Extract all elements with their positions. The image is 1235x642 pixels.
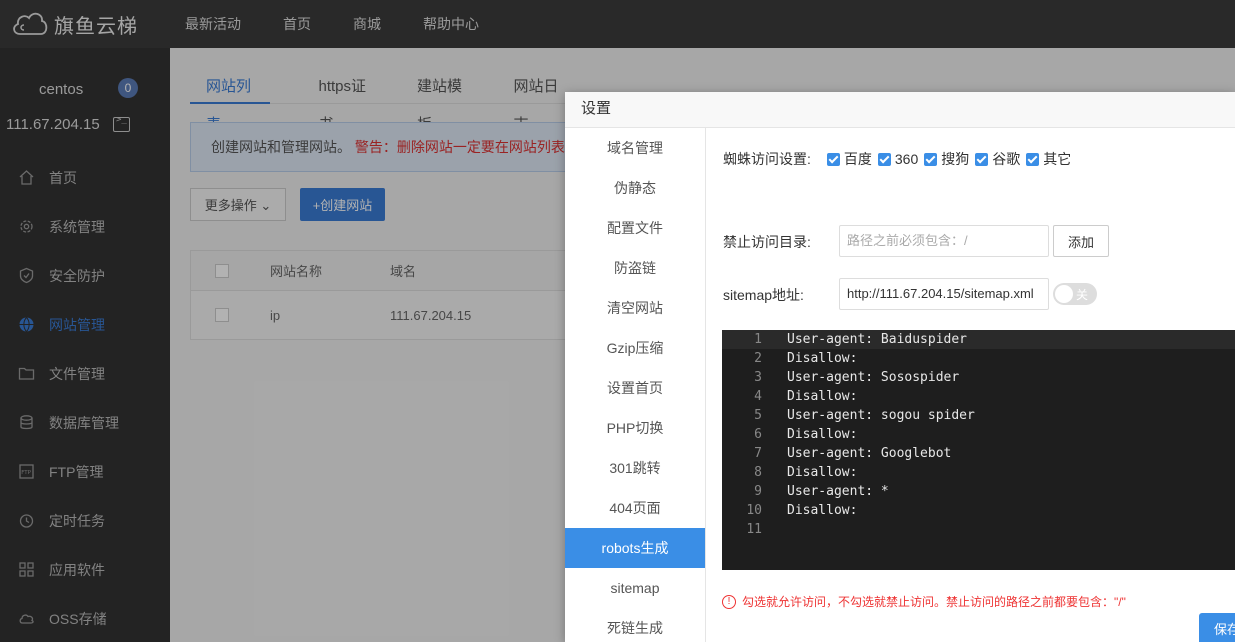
- settings-modal: 设置 域名管理 伪静态 配置文件 防盗链 清空网站 Gzip压缩 设置首页 PH…: [565, 92, 1235, 642]
- code-text: User-agent: Sosospider: [787, 370, 960, 385]
- spider-settings-row: 蜘蛛访问设置: 百度 360 搜狗 谷歌 其它: [723, 150, 1077, 168]
- checkbox-checked-icon: [826, 152, 840, 166]
- spider-checkbox-360[interactable]: 360: [877, 151, 918, 167]
- nav-301-redirect[interactable]: 301跳转: [565, 448, 705, 488]
- nav-sitemap[interactable]: sitemap: [565, 568, 705, 608]
- spider-checkbox-baidu[interactable]: 百度: [826, 149, 872, 169]
- checkbox-checked-icon: [1026, 152, 1040, 166]
- disallow-dir-label: 禁止访问目录:: [723, 234, 811, 250]
- line-number: 6: [754, 427, 762, 442]
- line-number: 7: [754, 446, 762, 461]
- code-line[interactable]: 4 Disallow:: [722, 387, 1235, 406]
- code-text: User-agent: Baiduspider: [787, 332, 968, 347]
- nav-clear-site[interactable]: 清空网站: [565, 288, 705, 328]
- sitemap-label: sitemap地址:: [723, 287, 804, 303]
- code-text: User-agent: Googlebot: [787, 446, 952, 461]
- code-text: Disallow:: [787, 465, 858, 480]
- line-number: 9: [754, 484, 762, 499]
- toggle-label: 关: [1076, 288, 1089, 302]
- line-number: 1: [754, 332, 762, 347]
- modal-title: 设置: [565, 92, 1235, 128]
- nav-domain-management[interactable]: 域名管理: [565, 128, 705, 168]
- spider-settings-label: 蜘蛛访问设置:: [723, 151, 811, 167]
- line-number: 5: [754, 408, 762, 423]
- line-number: 11: [746, 522, 762, 537]
- code-line[interactable]: 9 User-agent: *: [722, 482, 1235, 501]
- line-number: 8: [754, 465, 762, 480]
- checkbox-checked-icon: [975, 152, 989, 166]
- code-line[interactable]: 3 User-agent: Sosospider: [722, 368, 1235, 387]
- code-line[interactable]: 6 Disallow:: [722, 425, 1235, 444]
- line-number: 4: [754, 389, 762, 404]
- code-text: Disallow:: [787, 351, 858, 366]
- robots-panel: 蜘蛛访问设置: 百度 360 搜狗 谷歌 其它 禁止访问目录: 路径之前必须包含…: [706, 128, 1235, 642]
- checkbox-checked-icon: [877, 152, 891, 166]
- nav-robots[interactable]: robots生成: [565, 528, 705, 568]
- code-text: User-agent: sogou spider: [787, 408, 975, 423]
- code-line[interactable]: 10 Disallow:: [722, 501, 1235, 520]
- toggle-knob: [1055, 285, 1073, 303]
- save-button[interactable]: 保存: [1199, 613, 1235, 642]
- code-text: Disallow:: [787, 427, 858, 442]
- spider-checkbox-other[interactable]: 其它: [1026, 149, 1071, 169]
- add-dir-button[interactable]: 添加: [1053, 225, 1109, 257]
- code-line[interactable]: 1 User-agent: Baiduspider: [722, 330, 1235, 349]
- code-line[interactable]: 11: [722, 520, 1235, 539]
- code-line[interactable]: 5 User-agent: sogou spider: [722, 406, 1235, 425]
- sitemap-toggle[interactable]: 关: [1053, 283, 1097, 305]
- nav-php-switch[interactable]: PHP切换: [565, 408, 705, 448]
- code-line[interactable]: 7 User-agent: Googlebot: [722, 444, 1235, 463]
- warning-icon: !: [722, 594, 736, 609]
- sitemap-url-input[interactable]: http://111.67.204.15/sitemap.xml: [839, 278, 1049, 310]
- code-text: Disallow:: [787, 389, 858, 404]
- nav-rewrite[interactable]: 伪静态: [565, 168, 705, 208]
- settings-nav: 域名管理 伪静态 配置文件 防盗链 清空网站 Gzip压缩 设置首页 PHP切换…: [565, 128, 706, 642]
- line-number: 3: [754, 370, 762, 385]
- code-line[interactable]: 2 Disallow:: [722, 349, 1235, 368]
- nav-gzip[interactable]: Gzip压缩: [565, 328, 705, 368]
- tip-text: 勾选就允许访问，不勾选就禁止访问。禁止访问的路径之前都要包含："/": [742, 595, 1126, 609]
- line-number: 10: [746, 503, 762, 518]
- disallow-dir-input[interactable]: 路径之前必须包含：/: [839, 225, 1049, 257]
- nav-dead-links[interactable]: 死链生成: [565, 608, 705, 642]
- nav-config-file[interactable]: 配置文件: [565, 208, 705, 248]
- nav-default-index[interactable]: 设置首页: [565, 368, 705, 408]
- code-line[interactable]: 8 Disallow:: [722, 463, 1235, 482]
- spider-checkbox-sogou[interactable]: 搜狗: [924, 149, 969, 169]
- code-text: User-agent: *: [787, 484, 889, 499]
- checkbox-checked-icon: [924, 152, 938, 166]
- code-text: Disallow:: [787, 503, 858, 518]
- spider-checkbox-google[interactable]: 谷歌: [975, 149, 1020, 169]
- nav-hotlink-protection[interactable]: 防盗链: [565, 248, 705, 288]
- robots-code-editor[interactable]: 1 User-agent: Baiduspider 2 Disallow: 3 User-…: [722, 330, 1235, 570]
- line-number: 2: [754, 351, 762, 366]
- nav-404-page[interactable]: 404页面: [565, 488, 705, 528]
- robots-tip: ! 勾选就允许访问，不勾选就禁止访问。禁止访问的路径之前都要包含："/": [722, 593, 1126, 610]
